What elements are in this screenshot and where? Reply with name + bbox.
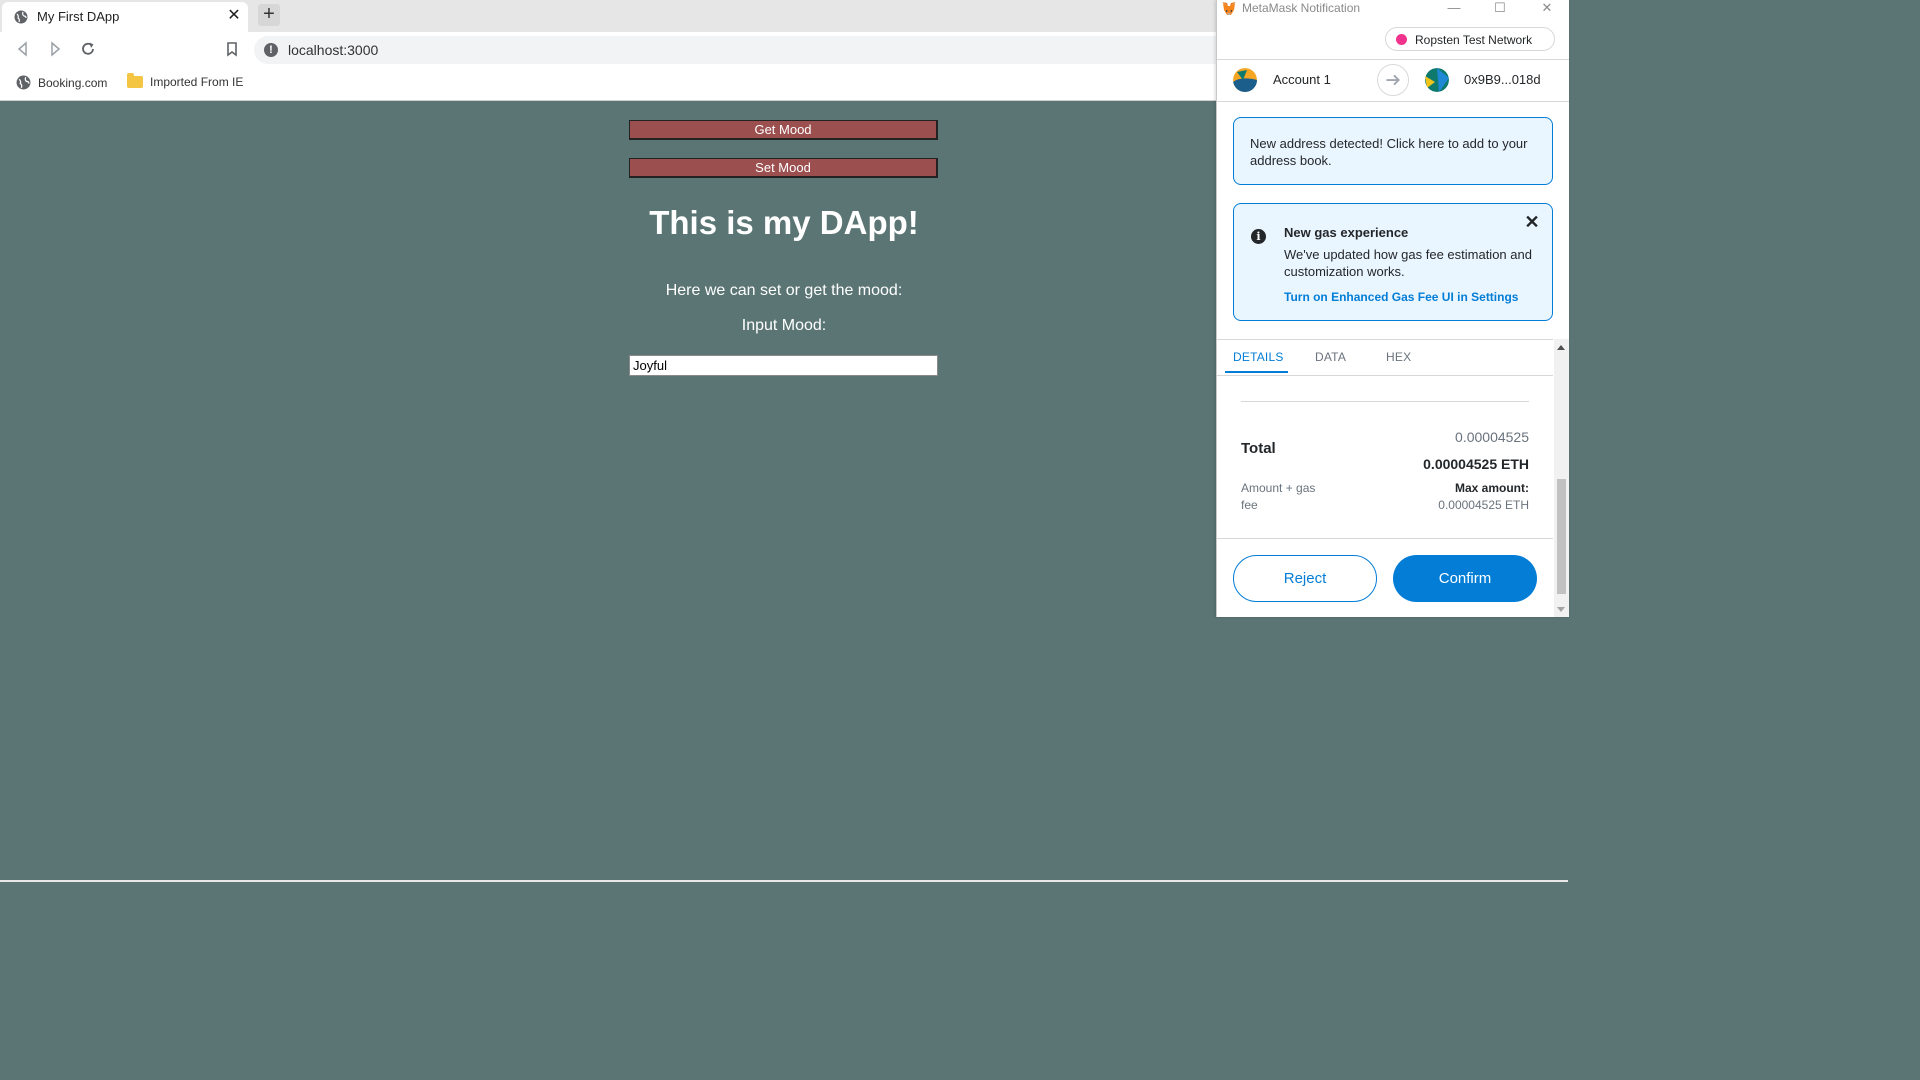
- scrollbar[interactable]: [1554, 339, 1569, 617]
- globe-icon: [14, 10, 28, 24]
- total-label: Total: [1241, 440, 1276, 457]
- arrow-right-icon: [1377, 64, 1409, 96]
- bookmark-label: Booking.com: [38, 75, 108, 90]
- scroll-up-icon[interactable]: [1557, 345, 1565, 350]
- recipient-avatar: [1425, 68, 1449, 92]
- reject-button[interactable]: Reject: [1233, 555, 1377, 602]
- metamask-fox-icon: [1222, 2, 1236, 15]
- recipient-address[interactable]: 0x9B9...018d: [1464, 72, 1541, 87]
- close-window-icon[interactable]: ✕: [1535, 0, 1559, 16]
- new-address-notice[interactable]: New address detected! Click here to add …: [1233, 117, 1553, 185]
- metamask-titlebar: MetaMask Notification — ☐ ✕: [1217, 0, 1569, 18]
- close-tab-icon[interactable]: ✕: [226, 8, 242, 24]
- account-avatar: [1233, 68, 1257, 92]
- site-info-icon[interactable]: !: [264, 43, 278, 57]
- window-bottom-edge: [0, 880, 1568, 882]
- divider: [1241, 401, 1529, 402]
- metamask-window-title: MetaMask Notification: [1242, 1, 1361, 15]
- gas-notice-body: We've updated how gas fee estimation and…: [1284, 247, 1532, 279]
- tab-title: My First DApp: [37, 9, 120, 24]
- total-value: 0.00004525: [1455, 429, 1529, 445]
- reload-icon[interactable]: [79, 40, 97, 58]
- back-icon[interactable]: [14, 40, 32, 58]
- set-mood-button[interactable]: Set Mood: [629, 158, 938, 178]
- folder-icon: [127, 73, 143, 88]
- page-title: This is my DApp!: [649, 204, 919, 241]
- forward-icon[interactable]: [46, 40, 64, 58]
- bookmark-icon[interactable]: [223, 40, 241, 58]
- account-name[interactable]: Account 1: [1273, 72, 1331, 87]
- close-icon[interactable]: ✕: [1524, 213, 1540, 231]
- get-mood-button[interactable]: Get Mood: [629, 120, 938, 140]
- gas-notice-title: New gas experience: [1284, 225, 1409, 240]
- max-amount-value: 0.00004525 ETH: [1438, 498, 1529, 512]
- scroll-down-icon[interactable]: [1557, 607, 1565, 612]
- url-text: localhost:3000: [288, 42, 379, 58]
- tab-hex[interactable]: HEX: [1386, 350, 1411, 364]
- scrollbar-thumb[interactable]: [1557, 479, 1566, 594]
- network-selector[interactable]: Ropsten Test Network: [1385, 27, 1555, 51]
- mood-input[interactable]: Joyful: [629, 355, 938, 376]
- minimize-icon[interactable]: —: [1442, 0, 1466, 16]
- metamask-popup: MetaMask Notification — ☐ ✕ Ropsten Test…: [1216, 0, 1569, 617]
- gas-experience-notice: i New gas experience We've updated how g…: [1233, 203, 1553, 321]
- divider: [1217, 538, 1553, 539]
- total-value-eth: 0.00004525 ETH: [1423, 456, 1529, 472]
- browser-tab[interactable]: My First DApp ✕: [2, 2, 248, 32]
- max-amount-label: Max amount:: [1454, 481, 1529, 495]
- maximize-icon[interactable]: ☐: [1488, 0, 1512, 16]
- amount-gas-fee-label: Amount + gas fee: [1241, 481, 1316, 512]
- network-name: Ropsten Test Network: [1415, 33, 1533, 47]
- info-icon: i: [1251, 229, 1266, 244]
- account-bar: Account 1 0x9B9...018d: [1217, 59, 1569, 102]
- address-bar[interactable]: ! localhost:3000: [254, 36, 1254, 64]
- confirm-button[interactable]: Confirm: [1393, 555, 1537, 602]
- active-tab-indicator: [1225, 371, 1288, 373]
- tab-details[interactable]: DETAILS: [1233, 350, 1284, 364]
- tab-data[interactable]: DATA: [1315, 350, 1346, 364]
- details-tabs: DETAILS DATA HEX: [1217, 339, 1553, 376]
- new-tab-button[interactable]: +: [258, 4, 280, 26]
- input-mood-label: Input Mood:: [741, 317, 827, 334]
- bookmark-label: Imported From IE: [150, 75, 244, 89]
- page-subtitle: Here we can set or get the mood:: [665, 282, 903, 299]
- bookmark-booking[interactable]: Booking.com: [16, 75, 107, 90]
- globe-icon: [16, 75, 31, 90]
- enhanced-gas-settings-link[interactable]: Turn on Enhanced Gas Fee UI in Settings: [1284, 290, 1518, 304]
- network-status-icon: [1396, 34, 1407, 45]
- bookmark-folder-imported[interactable]: Imported From IE: [127, 73, 244, 89]
